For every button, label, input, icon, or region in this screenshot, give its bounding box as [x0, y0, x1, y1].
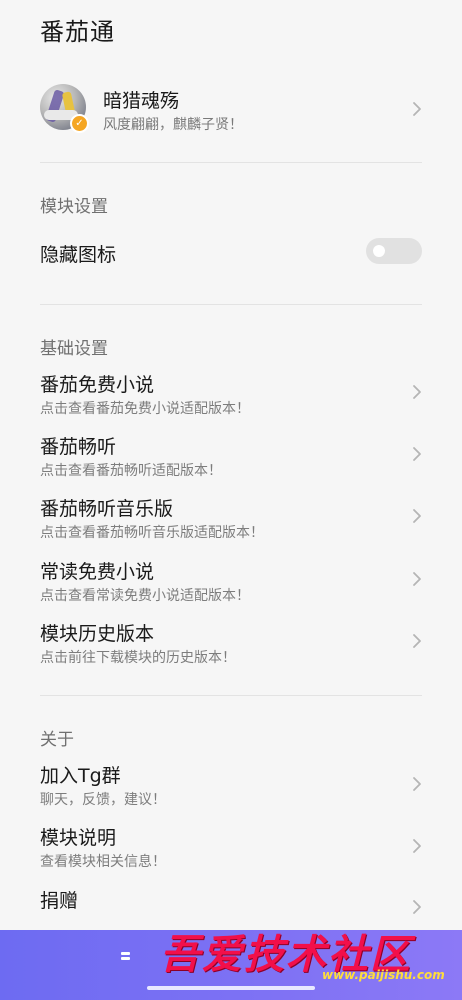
chevron-right-icon: [412, 776, 422, 792]
list-item-subtitle: 点击前往下载模块的历史版本！: [40, 650, 236, 666]
list-item-title[interactable]: 常读免费小说: [40, 557, 154, 584]
chevron-right-icon: [412, 838, 422, 854]
section-title-about: 关于: [40, 730, 74, 750]
profile-card[interactable]: ✓ 暗猎魂殇 风度翩翩，麒麟子贤！: [40, 84, 422, 136]
list-item-title[interactable]: 模块历史版本: [40, 619, 154, 646]
chevron-right-icon: [412, 633, 422, 649]
divider: [40, 695, 422, 696]
divider: [40, 162, 422, 163]
section-title-basic: 基础设置: [40, 339, 108, 359]
list-item-title[interactable]: 番茄免费小说: [40, 370, 154, 397]
verified-badge-icon: ✓: [70, 114, 89, 133]
watermark-url: www.paijishu.com: [322, 968, 445, 982]
app-title: 番茄通: [40, 18, 115, 46]
list-item-title[interactable]: 番茄畅听音乐版: [40, 494, 173, 521]
list-item-subtitle: 点击查看番茄畅听音乐版适配版本！: [40, 525, 264, 541]
list-item-title[interactable]: 加入Tg群: [40, 761, 121, 788]
section-title-module: 模块设置: [40, 197, 108, 217]
menu-icon[interactable]: [121, 952, 130, 960]
list-item-title[interactable]: 模块说明: [40, 823, 116, 850]
list-item-title[interactable]: 番茄畅听: [40, 432, 116, 459]
list-item-subtitle: 点击查看番茄免费小说适配版本！: [40, 401, 250, 417]
list-item-subtitle: 查看模块相关信息！: [40, 854, 166, 870]
chevron-right-icon: [412, 446, 422, 462]
chevron-right-icon: [412, 508, 422, 524]
chevron-right-icon: [412, 899, 422, 915]
profile-name: 暗猎魂殇: [103, 90, 180, 112]
chevron-right-icon: [412, 384, 422, 400]
list-item-subtitle: 点击查看常读免费小说适配版本！: [40, 588, 250, 604]
list-item-title[interactable]: 捐赠: [40, 886, 78, 913]
divider: [40, 304, 422, 305]
hide-icon-toggle[interactable]: [366, 238, 422, 264]
list-item-subtitle: 点击查看番茄畅听适配版本！: [40, 463, 222, 479]
gesture-handle[interactable]: [147, 986, 315, 990]
chevron-right-icon: [412, 571, 422, 587]
hide-icon-label: 隐藏图标: [40, 244, 117, 266]
toggle-knob: [373, 245, 385, 257]
profile-subtitle: 风度翩翩，麒麟子贤！: [103, 117, 243, 133]
list-item-subtitle: 聊天，反馈，建议！: [40, 792, 166, 808]
chevron-right-icon: [412, 101, 422, 117]
